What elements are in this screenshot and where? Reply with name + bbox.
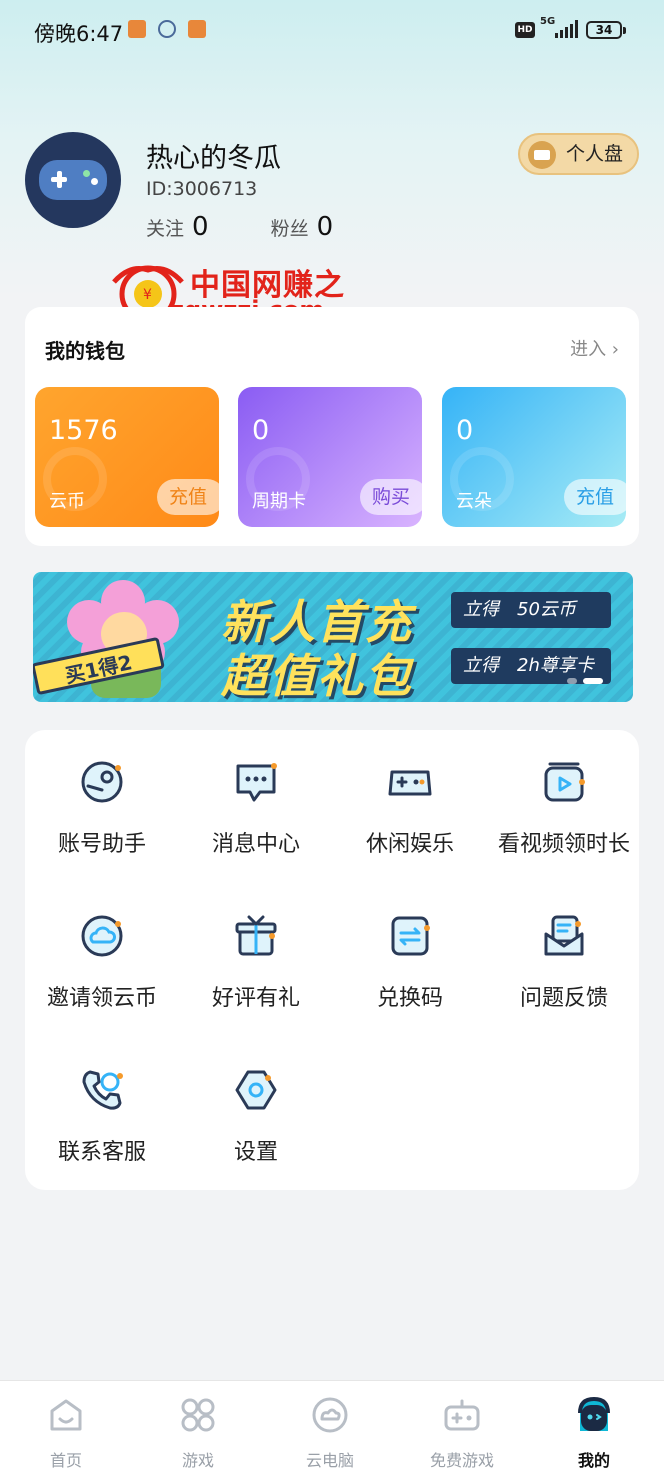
home-icon <box>50 1399 82 1431</box>
banner-ticket-1: 立得 50云币 <box>451 592 611 628</box>
video-icon <box>544 762 585 802</box>
recharge-yunduo-button[interactable]: 充值 <box>564 479 626 515</box>
wallet-period-label: 周期卡 <box>252 491 306 512</box>
recharge-yunbi-button[interactable]: 充值 <box>157 479 219 515</box>
fans-stat[interactable]: 粉丝 0 <box>271 212 334 242</box>
wallet-yunduo-card[interactable]: 0 云朵 充值 <box>442 387 626 527</box>
disk-icon <box>528 141 556 169</box>
menu-message-center[interactable]: 消息中心 <box>179 730 333 860</box>
network-type: 5G <box>540 16 556 27</box>
exchange-icon <box>391 916 430 956</box>
menu-label: 设置 <box>233 1140 278 1165</box>
steam-icon <box>81 761 123 803</box>
gamepad-icon <box>388 770 432 796</box>
menu-contact-service[interactable]: 联系客服 <box>25 1038 179 1168</box>
bottom-tab-bar: 首页 游戏 云电脑 免费游戏 我的 <box>0 1380 664 1476</box>
wallet-period-value: 0 <box>252 415 270 446</box>
tab-free-games[interactable]: 免费游戏 <box>396 1381 528 1476</box>
fans-label: 粉丝 <box>270 218 309 240</box>
message-icon <box>236 763 277 802</box>
ticket-value: 50云币 <box>517 599 576 620</box>
status-time: 傍晚6:47 <box>34 22 124 46</box>
status-bar: 傍晚6:47 HD 5G 34 <box>0 0 664 62</box>
follow-stats: 关注 0 粉丝 0 <box>146 212 333 242</box>
personal-disk-label: 个人盘 <box>566 143 624 165</box>
menu-label: 消息中心 <box>211 832 300 857</box>
menu-review-gift[interactable]: 好评有礼 <box>179 884 333 1014</box>
user-id: ID:3006713 <box>146 178 258 200</box>
tab-cloud-pc[interactable]: 云电脑 <box>264 1381 396 1476</box>
gamepad-avatar-icon <box>39 160 107 200</box>
promo-banner[interactable]: 买1得2 新人首充 超值礼包 立得 50云币 立得 2h尊享卡 <box>33 572 633 702</box>
wallet-yunduo-label: 云朵 <box>456 491 492 512</box>
cloud-pc-icon <box>312 1397 348 1433</box>
menu-account-helper[interactable]: 账号助手 <box>25 730 179 860</box>
wallet-title: 我的钱包 <box>45 339 125 363</box>
tab-label: 我的 <box>577 1451 610 1470</box>
wallet-yunduo-value: 0 <box>456 415 474 446</box>
menu-redeem-code[interactable]: 兑换码 <box>333 884 487 1014</box>
menu-label: 看视频领时长 <box>497 832 630 857</box>
app-notification-icon <box>188 20 206 38</box>
battery-icon: 34 <box>586 21 626 39</box>
wallet-yunbi-value: 1576 <box>49 415 118 446</box>
tab-label: 云电脑 <box>305 1451 354 1470</box>
follow-count: 0 <box>192 212 209 242</box>
cloud-icon <box>81 915 123 957</box>
menu-invite[interactable]: 邀请领云币 <box>25 884 179 1014</box>
wallet-enter-link[interactable]: 进入 › <box>570 335 619 361</box>
feedback-icon <box>544 915 584 956</box>
svg-text:¥: ¥ <box>143 287 152 303</box>
sync-icon <box>158 20 176 38</box>
signal-icon <box>555 20 579 38</box>
phone-icon <box>82 1070 123 1110</box>
controller-icon <box>444 1399 480 1431</box>
banner-pagination <box>567 678 603 684</box>
menu-watch-video[interactable]: 看视频领时长 <box>487 730 641 860</box>
menu-feedback[interactable]: 问题反馈 <box>487 884 641 1014</box>
wallet-yunbi-card[interactable]: 1576 云币 充值 <box>35 387 219 527</box>
mine-ghost-icon <box>578 1397 610 1431</box>
wallet-yunbi-label: 云币 <box>49 491 85 512</box>
banner-headline-2: 超值礼包 <box>221 649 413 702</box>
tab-mine[interactable]: 我的 <box>528 1381 660 1476</box>
avatar[interactable] <box>25 132 121 228</box>
tab-label: 免费游戏 <box>429 1451 494 1470</box>
menu-label: 问题反馈 <box>519 986 608 1011</box>
notification-icon <box>128 20 146 38</box>
menu-label: 账号助手 <box>57 832 146 857</box>
tab-home[interactable]: 首页 <box>0 1381 132 1476</box>
follow-label: 关注 <box>146 218 185 240</box>
ticket-prefix: 立得 <box>463 655 499 676</box>
menu-label: 好评有礼 <box>211 986 300 1011</box>
personal-disk-button[interactable]: 个人盘 <box>518 133 639 175</box>
wallet-period-card[interactable]: 0 周期卡 购买 <box>238 387 422 527</box>
menu-casual-fun[interactable]: 休闲娱乐 <box>333 730 487 860</box>
tab-label: 游戏 <box>181 1451 214 1470</box>
games-grid-icon <box>181 1398 215 1432</box>
ticket-prefix: 立得 <box>463 599 499 620</box>
wallet-card: 我的钱包 进入 › 1576 云币 充值 0 周期卡 购买 0 云朵 充值 <box>25 307 639 546</box>
tab-label: 首页 <box>49 1451 82 1470</box>
tab-games[interactable]: 游戏 <box>132 1381 264 1476</box>
follow-stat[interactable]: 关注 0 <box>146 212 209 242</box>
menu-label: 休闲娱乐 <box>365 832 454 857</box>
username[interactable]: 热心的冬瓜 <box>146 136 281 175</box>
menu-label: 邀请领云币 <box>46 986 157 1011</box>
settings-icon <box>235 1070 277 1110</box>
ticket-value: 2h尊享卡 <box>517 655 594 676</box>
fans-count: 0 <box>316 212 334 242</box>
hd-badge: HD <box>515 22 535 38</box>
menu-label: 兑换码 <box>376 986 443 1011</box>
menu-settings[interactable]: 设置 <box>179 1038 333 1168</box>
gift-icon <box>235 915 277 956</box>
buy-period-card-button[interactable]: 购买 <box>360 479 422 515</box>
menu-label: 联系客服 <box>57 1140 146 1165</box>
feature-grid: 账号助手 消息中心 休闲娱乐 看视频领时长 邀请领云币 好评有礼 兑换码 问题反… <box>25 730 639 1190</box>
